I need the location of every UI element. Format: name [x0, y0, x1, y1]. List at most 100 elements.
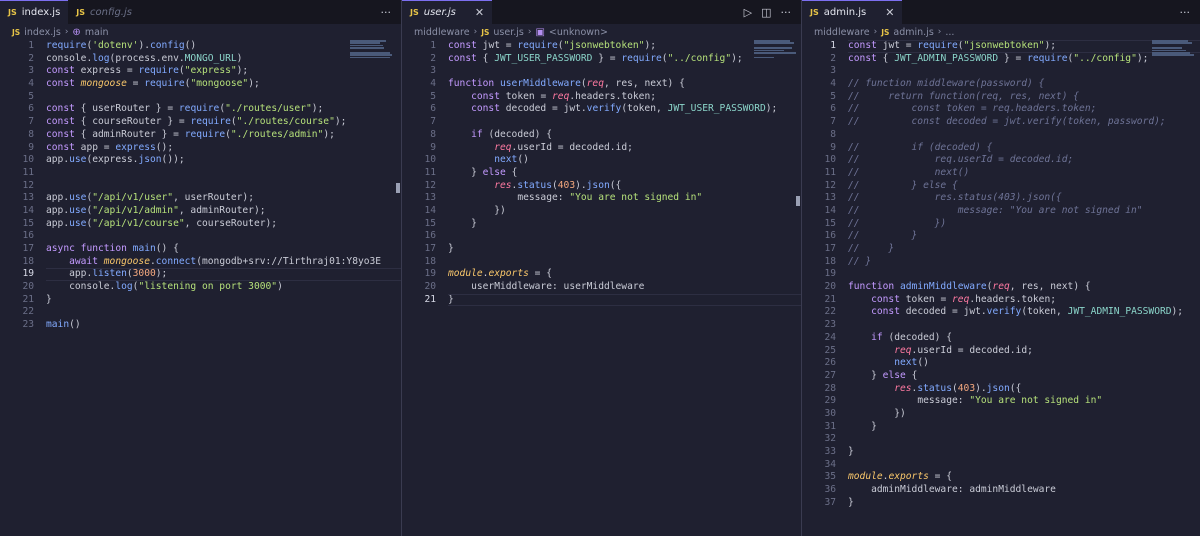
- breadcrumb-file[interactable]: index.js: [24, 27, 61, 38]
- split-editor-icon[interactable]: ◫: [761, 6, 771, 19]
- tab-config-js[interactable]: JS config.js: [68, 0, 140, 24]
- code-line[interactable]: 28 res.status(403).json({: [802, 383, 1200, 396]
- more-actions-icon[interactable]: ···: [781, 6, 792, 19]
- code-line[interactable]: 11: [0, 167, 401, 180]
- code-line[interactable]: 34: [802, 459, 1200, 472]
- code-line[interactable]: 10 next(): [402, 154, 801, 167]
- code-line[interactable]: 23 main(): [0, 319, 401, 332]
- code-line[interactable]: 27 } else {: [802, 370, 1200, 383]
- code-line[interactable]: 18 await mongoose.connect(mongodb+srv://…: [0, 256, 401, 269]
- code-line[interactable]: 9 const app = express();: [0, 142, 401, 155]
- code-editor[interactable]: 1 const jwt = require("jsonwebtoken"); 2 co…: [402, 40, 801, 307]
- code-line[interactable]: 24 if (decoded) {: [802, 332, 1200, 345]
- code-line[interactable]: 12 // } else {: [802, 180, 1200, 193]
- code-line[interactable]: 16: [0, 230, 401, 243]
- code-line[interactable]: 18 // }: [802, 256, 1200, 269]
- code-line[interactable]: 5 // return function(req, res, next) {: [802, 91, 1200, 104]
- code-line[interactable]: 6 // const token = req.headers.token;: [802, 103, 1200, 116]
- editor-pane-user[interactable]: JS user.js ✕ ▷ ◫ ··· middleware › JS use…: [402, 0, 802, 536]
- breadcrumb-folder[interactable]: middleware: [414, 27, 470, 38]
- code-line[interactable]: 19 module.exports = {: [402, 268, 801, 281]
- breadcrumb-symbol[interactable]: main: [85, 27, 109, 38]
- code-line[interactable]: 32: [802, 433, 1200, 446]
- code-line[interactable]: 12: [0, 180, 401, 193]
- code-line[interactable]: 31 }: [802, 421, 1200, 434]
- code-line[interactable]: 22: [0, 306, 401, 319]
- code-line[interactable]: 36 adminMiddleware: adminMiddleware: [802, 484, 1200, 497]
- code-line[interactable]: 18: [402, 256, 801, 269]
- code-line[interactable]: 4 const mongoose = require("mongoose");: [0, 78, 401, 91]
- code-line[interactable]: 2 console.log(process.env.MONGO_URL): [0, 53, 401, 66]
- editor-pane-index[interactable]: JS index.js JS config.js ··· JS index.js…: [0, 0, 402, 536]
- minimap[interactable]: [1152, 40, 1196, 70]
- code-line[interactable]: 7 const { courseRouter } = require("./rou…: [0, 116, 401, 129]
- sash-handle[interactable]: [796, 196, 800, 206]
- code-line[interactable]: 15 }: [402, 218, 801, 231]
- code-line[interactable]: 6 const decoded = jwt.verify(token, JWT_…: [402, 103, 801, 116]
- code-line[interactable]: 1 require('dotenv').config(): [0, 40, 401, 53]
- close-icon[interactable]: ✕: [885, 6, 894, 19]
- code-line[interactable]: 19: [802, 268, 1200, 281]
- code-line[interactable]: 21}: [0, 294, 401, 307]
- code-line[interactable]: 12 res.status(403).json({: [402, 180, 801, 193]
- code-line[interactable]: 11 } else {: [402, 167, 801, 180]
- breadcrumb-folder[interactable]: middleware: [814, 27, 870, 38]
- code-line[interactable]: 30 }): [802, 408, 1200, 421]
- sash-handle[interactable]: [396, 183, 400, 193]
- more-actions-icon[interactable]: ···: [381, 6, 392, 19]
- code-line[interactable]: 11 // next(): [802, 167, 1200, 180]
- code-line[interactable]: 15 app.use("/api/v1/course", courseRouter…: [0, 218, 401, 231]
- code-line[interactable]: 9 req.userId = decoded.id;: [402, 142, 801, 155]
- code-line[interactable]: 25 req.userId = decoded.id;: [802, 345, 1200, 358]
- tab-user-js[interactable]: JS user.js ✕: [402, 0, 493, 24]
- code-line[interactable]: 35 module.exports = {: [802, 471, 1200, 484]
- code-editor[interactable]: 1 require('dotenv').config() 2 console.log(…: [0, 40, 401, 332]
- code-line[interactable]: 13 message: "You are not signed in": [402, 192, 801, 205]
- code-line[interactable]: 17 // }: [802, 243, 1200, 256]
- tab-admin-js[interactable]: JS admin.js ✕: [802, 0, 903, 24]
- code-editor[interactable]: 1 const jwt = require("jsonwebtoken"); 2 co…: [802, 40, 1200, 509]
- close-icon[interactable]: ✕: [475, 6, 484, 19]
- code-line[interactable]: 9 // if (decoded) {: [802, 142, 1200, 155]
- code-line[interactable]: 5: [0, 91, 401, 104]
- code-line[interactable]: 1 const jwt = require("jsonwebtoken");: [402, 40, 801, 53]
- code-line[interactable]: 16: [402, 230, 801, 243]
- code-line[interactable]: 2 const { JWT_USER_PASSWORD } = require("…: [402, 53, 801, 66]
- code-line[interactable]: 21 const token = req.headers.token;: [802, 294, 1200, 307]
- code-line[interactable]: 8: [802, 129, 1200, 142]
- code-line[interactable]: 2 const { JWT_ADMIN_PASSWORD } = require(…: [802, 53, 1200, 66]
- run-icon[interactable]: ▷: [744, 6, 752, 19]
- code-line[interactable]: 33}: [802, 446, 1200, 459]
- code-line[interactable]: 26 next(): [802, 357, 1200, 370]
- code-line[interactable]: 1 const jwt = require("jsonwebtoken");: [802, 40, 1200, 53]
- code-line[interactable]: 13 // res.status(403).json({: [802, 192, 1200, 205]
- code-line[interactable]: 3: [402, 65, 801, 78]
- code-line[interactable]: 23: [802, 319, 1200, 332]
- more-actions-icon[interactable]: ···: [1180, 6, 1191, 19]
- code-line[interactable]: 20 console.log("listening on port 3000"): [0, 281, 401, 294]
- code-line[interactable]: 8 if (decoded) {: [402, 129, 801, 142]
- code-line[interactable]: 17 async function main() {: [0, 243, 401, 256]
- code-line[interactable]: 15 // }): [802, 218, 1200, 231]
- code-line[interactable]: 8 const { adminRouter } = require("./rout…: [0, 129, 401, 142]
- code-line[interactable]: 13 app.use("/api/v1/user", userRouter);: [0, 192, 401, 205]
- code-line[interactable]: 7: [402, 116, 801, 129]
- tab-index-js[interactable]: JS index.js: [0, 0, 69, 24]
- editor-pane-admin[interactable]: JS admin.js ✕ ··· middleware › JS admin.…: [802, 0, 1200, 536]
- code-line[interactable]: 10 app.use(express.json());: [0, 154, 401, 167]
- code-line[interactable]: 4 function userMiddleware(req, res, next)…: [402, 78, 801, 91]
- breadcrumb-symbol[interactable]: <unknown>: [549, 27, 608, 38]
- minimap[interactable]: [754, 40, 798, 70]
- code-line[interactable]: 6 const { userRouter } = require("./route…: [0, 103, 401, 116]
- code-line[interactable]: 20 function adminMiddleware(req, res, nex…: [802, 281, 1200, 294]
- breadcrumb-file[interactable]: admin.js: [893, 27, 933, 38]
- code-line[interactable]: 5 const token = req.headers.token;: [402, 91, 801, 104]
- code-line[interactable]: 16 // }: [802, 230, 1200, 243]
- code-line[interactable]: 14 app.use("/api/v1/admin", adminRouter);: [0, 205, 401, 218]
- code-line[interactable]: 29 message: "You are not signed in": [802, 395, 1200, 408]
- code-line[interactable]: 14 }): [402, 205, 801, 218]
- code-line[interactable]: 4 // function middleware(password) {: [802, 78, 1200, 91]
- code-line[interactable]: 17}: [402, 243, 801, 256]
- code-line[interactable]: 37}: [802, 497, 1200, 510]
- code-line[interactable]: 19 app.listen(3000);: [0, 268, 401, 281]
